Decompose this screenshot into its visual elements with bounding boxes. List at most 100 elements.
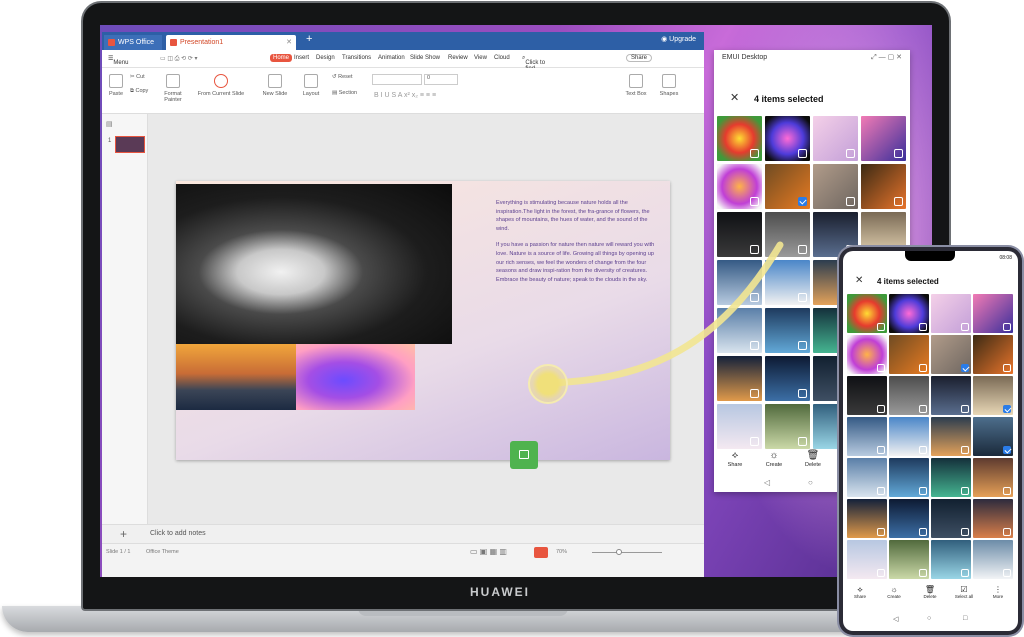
select-checkbox[interactable] [877,528,885,536]
gallery-photo[interactable] [973,499,1013,538]
gallery-photo[interactable] [847,458,887,497]
new-slide-button[interactable]: New Slide [258,74,292,97]
gallery-photo[interactable] [931,376,971,415]
notes-field[interactable]: Click to add notes [150,530,206,537]
from-current-slide-button[interactable]: From Current Slide [194,74,248,97]
gallery-photo[interactable] [973,540,1013,579]
slide-text-box[interactable]: Everything is stimulating because nature… [496,199,656,292]
select-checkbox[interactable] [961,323,969,331]
select-checkbox[interactable] [750,389,759,398]
gallery-photo[interactable] [847,499,887,538]
gallery-photo[interactable] [717,260,762,305]
gallery-photo[interactable] [765,404,810,449]
gallery-photo[interactable] [717,404,762,449]
gallery-photo[interactable] [931,294,971,333]
select-checkbox[interactable] [798,197,807,206]
select-checkbox[interactable] [894,149,903,158]
text-format-buttons[interactable]: B I U S A x² x₂ ≡ ≡ ≡ [374,92,534,99]
select-checkbox[interactable] [919,405,927,413]
tab-animation[interactable]: Animation [378,55,405,61]
tab-presentation[interactable]: Presentation1 ✕ [166,35,296,50]
tab-slide-show[interactable]: Slide Show [410,55,440,61]
sunset-harbor-photo[interactable] [176,344,296,410]
select-checkbox[interactable] [919,487,927,495]
select-checkbox[interactable] [961,405,969,413]
slide-thumbnail[interactable] [115,136,145,153]
select-checkbox[interactable] [1003,446,1011,454]
select-checkbox[interactable] [919,569,927,577]
share-button[interactable]: ⟡ Share [845,585,875,599]
gallery-photo[interactable] [889,458,929,497]
window-controls[interactable]: ⤢ — ▢ ✕ [871,53,902,62]
select-checkbox[interactable] [798,245,807,254]
gallery-photo[interactable] [889,540,929,579]
select-checkbox[interactable] [1003,569,1011,577]
gallery-photo[interactable] [973,376,1013,415]
tab-review[interactable]: Review [448,55,468,61]
select-checkbox[interactable] [798,293,807,302]
back-icon[interactable]: ◁ [764,478,770,487]
gallery-photo[interactable] [889,376,929,415]
close-icon[interactable]: ✕ [855,275,863,286]
select-checkbox[interactable] [961,487,969,495]
gallery-photo[interactable] [973,417,1013,456]
tab-home[interactable]: Home [270,54,293,62]
select-checkbox[interactable] [750,245,759,254]
select-checkbox[interactable] [961,528,969,536]
select-checkbox[interactable] [798,149,807,158]
gallery-photo[interactable] [931,335,971,374]
gallery-photo[interactable] [717,308,762,353]
purple-flower-photo[interactable] [296,344,415,410]
select-checkbox[interactable] [1003,405,1011,413]
tab-cloud[interactable]: Cloud [494,55,510,61]
share-button[interactable]: Share [626,54,653,62]
gallery-photo[interactable] [847,294,887,333]
delete-button[interactable]: 🗑 Delete [798,450,828,468]
zoom-level[interactable]: 70% [556,549,567,555]
bride-forest-photo[interactable] [176,184,452,344]
select-checkbox[interactable] [961,446,969,454]
tab-insert[interactable]: Insert [294,55,309,61]
reset-button[interactable]: ↺ Reset [332,74,362,80]
zoom-slider[interactable] [592,552,662,553]
gallery-photo[interactable] [861,116,906,161]
select-checkbox[interactable] [798,437,807,446]
section-button[interactable]: ▤ Section [332,90,366,96]
font-size-dropdown[interactable]: 0 [424,74,458,85]
select-all-button[interactable]: ☑ Select all [949,585,979,599]
select-checkbox[interactable] [877,487,885,495]
select-checkbox[interactable] [961,364,969,372]
select-checkbox[interactable] [750,341,759,350]
gallery-photo[interactable] [813,164,858,209]
select-checkbox[interactable] [750,149,759,158]
new-tab-plus-icon[interactable]: + [306,33,312,45]
tab-wps-office[interactable]: WPS Office [104,35,162,50]
select-checkbox[interactable] [877,569,885,577]
back-icon[interactable]: ◁ [893,615,898,623]
select-checkbox[interactable] [894,197,903,206]
gallery-photo[interactable] [765,116,810,161]
more-button[interactable]: ⋮ More [983,585,1013,599]
view-buttons[interactable]: ▭ ▣ ▦ ▥ [470,547,507,556]
delete-button[interactable]: 🗑 Delete [915,585,945,599]
create-button[interactable]: ☼ Create [759,450,789,468]
select-checkbox[interactable] [919,364,927,372]
gallery-photo[interactable] [717,212,762,257]
gallery-photo[interactable] [861,164,906,209]
shapes-button[interactable]: Shapes [656,74,682,97]
gallery-photo[interactable] [765,212,810,257]
gallery-photo[interactable] [931,417,971,456]
select-checkbox[interactable] [750,197,759,206]
select-checkbox[interactable] [846,149,855,158]
select-checkbox[interactable] [919,446,927,454]
gallery-photo[interactable] [847,540,887,579]
gallery-photo[interactable] [717,356,762,401]
select-checkbox[interactable] [750,437,759,446]
drag-image-icon[interactable] [510,441,538,469]
tab-transitions[interactable]: Transitions [342,55,371,61]
select-checkbox[interactable] [750,293,759,302]
cut-button[interactable]: ✂ Cut [130,74,154,80]
gallery-photo[interactable] [847,335,887,374]
upgrade-button[interactable]: ◉ Upgrade [661,35,696,43]
gallery-photo[interactable] [973,458,1013,497]
